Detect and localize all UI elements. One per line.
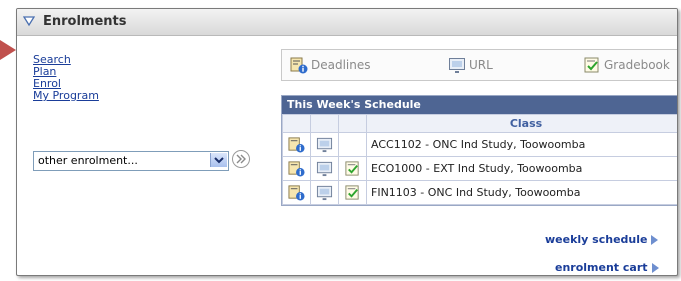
weekly-schedule-table: This Week's Schedule Class ACC1102 - ONC… (281, 95, 677, 206)
chevron-down-icon[interactable] (210, 153, 227, 167)
weekly-schedule-link[interactable]: weekly schedule (545, 233, 659, 246)
deadlines-button[interactable]: Deadlines (290, 56, 371, 74)
panel-header[interactable]: Enrolments (17, 9, 677, 36)
gradebook-check-icon[interactable] (344, 184, 361, 201)
table-row: FIN1103 - ONC Ind Study, Toowoomba (282, 180, 677, 205)
class-column-header: Class (366, 114, 677, 133)
link-monitor-icon[interactable] (316, 184, 333, 201)
enrolments-panel: Enrolments Search Plan Enrol My Program … (16, 8, 678, 276)
gradebook-column-header (338, 114, 367, 133)
triangle-down-icon[interactable] (23, 15, 35, 27)
gradebook-button[interactable]: Gradebook (583, 56, 670, 74)
table-row: ECO1000 - EXT Ind Study, Toowoomba (282, 156, 677, 181)
arrow-right-icon (651, 235, 659, 245)
class-cell: ECO1000 - EXT Ind Study, Toowoomba (366, 156, 677, 181)
deadlines-label: Deadlines (311, 58, 371, 72)
deadlines-column-header (282, 114, 311, 133)
gradebook-check-icon (584, 57, 599, 73)
url-label: URL (469, 58, 493, 72)
panel-title: Enrolments (43, 14, 127, 29)
calendar-info-icon[interactable] (288, 184, 305, 201)
table-header-row: Class (282, 114, 677, 133)
gradebook-check-icon[interactable] (344, 160, 361, 177)
enrolment-select[interactable]: other enrolment... (33, 151, 229, 171)
url-button[interactable]: URL (448, 56, 493, 74)
class-cell: FIN1103 - ONC Ind Study, Toowoomba (366, 180, 677, 205)
class-cell: ACC1102 - ONC Ind Study, Toowoomba (366, 132, 677, 157)
gradebook-cell-empty (338, 132, 367, 157)
callout-arrow (0, 40, 16, 60)
double-chevron-icon[interactable] (231, 149, 251, 169)
link-monitor-icon (449, 58, 465, 73)
enrolment-cart-link[interactable]: enrolment cart (555, 261, 659, 274)
gradebook-label: Gradebook (604, 58, 670, 72)
nav-links: Search Plan Enrol My Program (33, 54, 99, 102)
link-monitor-icon[interactable] (316, 136, 333, 153)
arrow-right-icon (651, 263, 659, 273)
calendar-info-icon[interactable] (288, 160, 305, 177)
calendar-info-icon[interactable] (288, 136, 305, 153)
my-program-link[interactable]: My Program (33, 90, 99, 102)
schedule-toolbar: Deadlines URL Gradebook (281, 49, 677, 81)
link-monitor-icon[interactable] (316, 160, 333, 177)
table-row: ACC1102 - ONC Ind Study, Toowoomba (282, 132, 677, 157)
calendar-info-icon (290, 57, 308, 74)
enrolment-cart-label: enrolment cart (555, 261, 648, 274)
weekly-schedule-label: weekly schedule (545, 233, 648, 246)
enrolment-select-value: other enrolment... (38, 154, 138, 167)
schedule-title: This Week's Schedule (282, 96, 677, 114)
url-column-header (310, 114, 339, 133)
